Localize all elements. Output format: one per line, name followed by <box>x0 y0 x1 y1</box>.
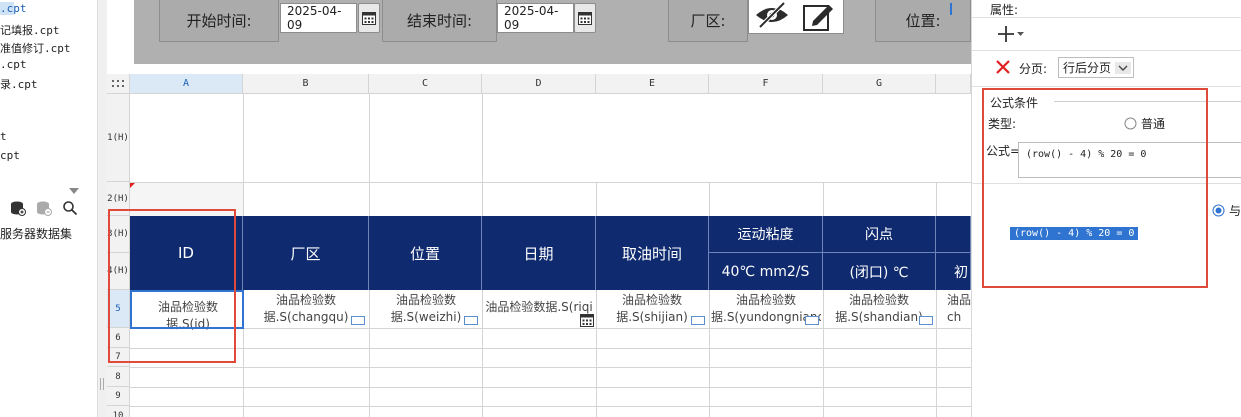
server-dataset-item[interactable]: 服务器数据集 <box>0 225 72 242</box>
column-header-f[interactable]: F <box>709 74 823 94</box>
file-item[interactable]: t <box>0 130 7 143</box>
calendar-icon[interactable] <box>574 3 596 33</box>
and-option-label: 与 <box>1229 204 1241 218</box>
column-header-g[interactable]: G <box>823 74 936 94</box>
row-header-10[interactable]: 10 <box>107 406 130 417</box>
row-header-1[interactable]: 1(H) <box>107 94 130 182</box>
file-item[interactable]: 录.cpt <box>0 76 38 92</box>
delete-x-icon[interactable] <box>995 59 1011 75</box>
grid-dots-icon <box>112 80 124 87</box>
row-header-8[interactable]: 8 <box>107 367 130 387</box>
property-panel: 属性: 分页: 行后分页 公式条件 类型: 普通 公式= (row() - 4)… <box>971 0 1241 417</box>
panel-splitter[interactable] <box>97 0 107 417</box>
chevron-down-icon <box>1115 62 1131 74</box>
cell-b5[interactable]: 油品检验数据.S(changqu) <box>247 292 365 326</box>
file-item[interactable]: .cpt <box>0 2 27 15</box>
collapse-arrow-icon[interactable] <box>69 188 79 195</box>
search-icon[interactable] <box>62 200 78 216</box>
expand-marker-icon <box>919 316 933 325</box>
column-header-b[interactable]: B <box>243 74 369 94</box>
column-header-e[interactable]: E <box>596 74 709 94</box>
end-time-label: 结束时间: <box>382 0 497 42</box>
parameter-panel: 开始时间: 2025-04-09 结束时间: 2025-04-09 厂区: 位置… <box>107 0 971 74</box>
header-flash-point[interactable]: 闪点 <box>823 216 936 253</box>
plus-icon <box>998 26 1024 42</box>
column-header-h[interactable] <box>936 74 971 94</box>
and-radio[interactable]: 与 <box>1212 202 1241 219</box>
report-grid[interactable]: A B C D E F G 1(H) 2(H) 3(H) 4(H) 5 6 7 … <box>107 74 971 417</box>
pagination-value: 行后分页 <box>1063 61 1112 75</box>
row-header-9[interactable]: 9 <box>107 387 130 406</box>
pagination-label: 分页: <box>1019 62 1048 76</box>
factory-label: 厂区: <box>668 0 748 42</box>
position-label: 位置: <box>875 0 971 42</box>
expand-marker-icon <box>805 316 819 325</box>
start-time-label: 开始时间: <box>159 0 279 42</box>
cell-e5[interactable]: 油品检验数据.S(shijian) <box>599 292 705 326</box>
add-condition-button[interactable] <box>997 24 1025 44</box>
pagination-select[interactable]: 行后分页 <box>1058 57 1134 78</box>
radio-selected-icon <box>1212 204 1225 217</box>
start-time-input[interactable]: 2025-04-09 <box>280 3 357 33</box>
header-factory[interactable]: 厂区 <box>243 216 369 290</box>
file-tree-panel: .cpt 记填报.cpt 准值修订.cpt .cpt 录.cpt t cpt 服… <box>0 0 97 417</box>
expand-marker-icon <box>691 316 705 325</box>
factory-widget[interactable] <box>748 0 844 34</box>
header-viscosity[interactable]: 运动粘度 <box>709 216 823 253</box>
select-all-corner[interactable] <box>107 74 130 94</box>
highlight-box <box>982 88 1208 288</box>
add-dataset-icon[interactable] <box>10 200 26 216</box>
file-item[interactable]: cpt <box>0 149 20 162</box>
file-item[interactable]: .cpt <box>0 58 27 71</box>
hidden-eye-icon[interactable] <box>754 1 790 29</box>
header-viscosity-unit[interactable]: 40℃ mm2/S <box>709 253 823 290</box>
remove-dataset-icon[interactable] <box>36 200 52 216</box>
property-title: 属性: <box>990 3 1019 17</box>
highlight-box <box>108 209 236 363</box>
header-flash-point-unit[interactable]: (闭口) ℃ <box>823 253 936 290</box>
header-next-unit[interactable]: 初 <box>936 253 971 290</box>
expand-marker-icon <box>464 316 478 325</box>
file-item[interactable]: 记填报.cpt <box>0 22 60 38</box>
header-position[interactable]: 位置 <box>369 216 482 290</box>
expand-marker-icon <box>351 316 365 325</box>
file-item[interactable]: 准值修订.cpt <box>0 40 71 56</box>
end-time-input[interactable]: 2025-04-09 <box>497 3 574 33</box>
header-sampling-time[interactable]: 取油时间 <box>596 216 709 290</box>
column-header-c[interactable]: C <box>369 74 482 94</box>
header-next[interactable] <box>936 216 971 253</box>
edit-pencil-icon[interactable] <box>803 0 835 31</box>
cell-g5[interactable]: 油品检验数据.S(shandian) <box>826 292 932 326</box>
column-header-a[interactable]: A <box>130 74 243 94</box>
column-header-d[interactable]: D <box>482 74 596 94</box>
calendar-icon[interactable] <box>358 3 380 33</box>
text-cursor <box>950 3 952 15</box>
cell-d5[interactable]: 油品检验数据.S(riqi <box>485 299 593 316</box>
header-date[interactable]: 日期 <box>482 216 596 290</box>
cell-h5[interactable]: 油品ch <box>947 292 971 326</box>
calendar-icon[interactable] <box>580 314 594 327</box>
